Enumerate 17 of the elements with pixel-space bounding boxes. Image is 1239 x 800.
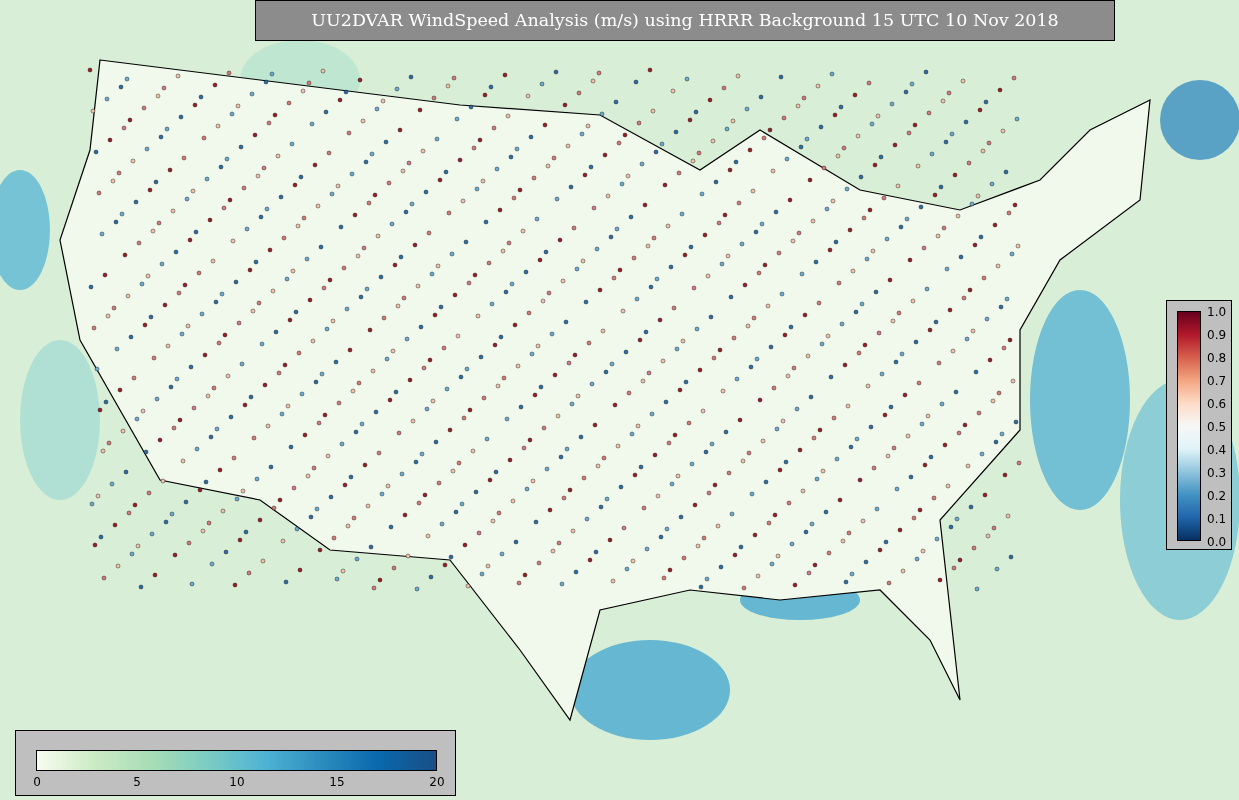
colorbar-tick-label: 0.2 [1207,489,1227,503]
colorbar-tick-label: 0.7 [1207,374,1227,388]
map-title: UU2DVAR WindSpeed Analysis (m/s) using HRRR Background 15 UTC 10 Nov 2018 [255,0,1115,41]
colorbar-tick-label: 1.0 [1207,305,1227,319]
colorbar-tick-label: 15 [329,775,345,789]
colorbar-tick-label: 0.3 [1207,466,1227,480]
colorbar-tick-label: 5 [133,775,141,789]
colorbar-tick-label: 20 [429,775,445,789]
colorbar-tick-label: 0.9 [1207,328,1227,342]
colorbar-tick-label: 0.8 [1207,351,1227,365]
colorbar-tick-label: 0.4 [1207,443,1227,457]
colorbar-tick-label: 0.5 [1207,420,1227,434]
colorbar-tick-label: 0.6 [1207,397,1227,411]
colorbar-tick-label: 10 [229,775,245,789]
colorbar-tick-label: 0.1 [1207,512,1227,526]
colorbar-tick-label: 0.0 [1207,535,1227,549]
colorbar-tick-label: 0 [33,775,41,789]
